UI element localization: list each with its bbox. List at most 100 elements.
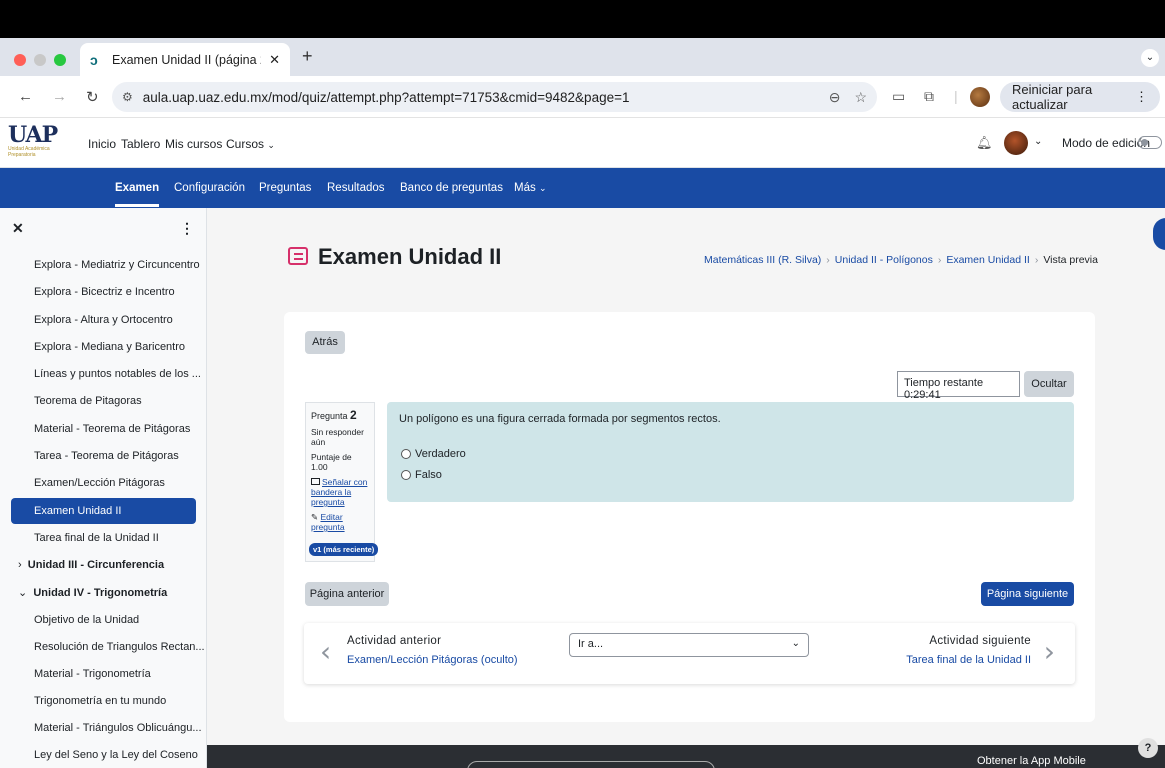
drawer-item[interactable]: Objetivo de la Unidad [34, 614, 139, 626]
user-avatar[interactable] [1004, 131, 1028, 155]
tab-banco-de-preguntas[interactable]: Banco de preguntas [400, 182, 503, 194]
restart-label: Reiniciar para actualizar [1012, 82, 1093, 112]
section-label: Unidad III - Circunferencia [27, 559, 165, 571]
restart-to-update-button[interactable]: Reiniciar para actualizar ⋮ [1000, 82, 1160, 112]
option-verdadero[interactable]: Verdadero [401, 448, 466, 460]
question-info: Pregunta 2 Sin responder aún Puntaje de … [305, 402, 379, 562]
nav-cursos[interactable]: Cursos ⌄ [226, 137, 275, 151]
breadcrumb-quiz[interactable]: Examen Unidad II [946, 254, 1029, 266]
drawer-item[interactable]: Teorema de Pitagoras [34, 395, 142, 407]
breadcrumb: Matemáticas III (R. Silva) › Unidad II - P… [704, 254, 1098, 266]
drawer-item[interactable]: Ley del Seno y la Ley del Coseno [34, 749, 198, 761]
version-badge: v1 (más reciente) [309, 543, 379, 556]
drawer-item[interactable]: Material - Triángulos Oblicuángu... [34, 722, 202, 734]
chevron-left-icon[interactable]: ‹ [320, 635, 331, 668]
reload-icon[interactable]: ↻ [86, 88, 99, 106]
zoom-icon[interactable]: ⊖ [829, 89, 841, 106]
forward-arrow-icon[interactable]: → [52, 88, 67, 105]
tab-search-icon[interactable]: ⌄ [1141, 49, 1159, 67]
pencil-icon: ✎ [311, 512, 319, 522]
back-button[interactable]: Atrás [305, 331, 345, 354]
hide-timer-button[interactable]: Ocultar [1024, 371, 1074, 397]
site-favicon-icon: ↄ [90, 51, 98, 68]
drawer-item-active[interactable]: Examen Unidad II [11, 498, 196, 524]
chevron-down-icon: ⌄ [791, 638, 800, 649]
back-arrow-icon[interactable]: ← [18, 88, 33, 105]
option-label: Verdadero [415, 448, 466, 460]
drawer-item[interactable]: Tarea - Teorema de Pitágoras [34, 450, 179, 462]
previous-activity-label: Actividad anterior [347, 635, 442, 647]
section-label: Unidad IV - Trigonometría [33, 587, 168, 599]
chevron-down-icon: ⌄ [267, 140, 275, 150]
drawer-item[interactable]: Resolución de Triangulos Rectan... [34, 641, 205, 653]
close-tab-icon[interactable]: ✕ [269, 52, 280, 68]
notifications-bell-icon[interactable]: 🔔︎ [976, 135, 993, 151]
chevron-down-icon: ⌄ [538, 183, 547, 193]
bookmark-star-icon[interactable]: ☆ [854, 89, 867, 106]
close-window-icon[interactable] [14, 54, 26, 66]
site-header: UAP Unidad Académica Preparatoria Inicio… [0, 118, 1165, 168]
browser-tab[interactable]: ↄ Examen Unidad II (página 2 de ✕ [80, 43, 290, 76]
drawer-options-icon[interactable]: ⋮ [180, 220, 194, 237]
screen-top-bar [0, 0, 1165, 38]
more-menu-icon[interactable]: ⋮ [1135, 89, 1148, 105]
new-tab-icon[interactable]: + [302, 46, 313, 67]
drawer-item[interactable]: Material - Trigonometría [34, 668, 151, 680]
edit-question-link[interactable]: ✎ Editar pregunta [311, 512, 369, 532]
next-page-button[interactable]: Página siguiente [981, 582, 1074, 606]
tab-examen[interactable]: Examen [115, 182, 160, 207]
drawer-item[interactable]: Explora - Altura y Ortocentro [34, 314, 173, 326]
jump-to-select[interactable]: Ir a... ⌄ [569, 633, 809, 657]
page-footer: Obtener la App Mobile [207, 745, 1165, 768]
breadcrumb-course[interactable]: Matemáticas III (R. Silva) [704, 254, 821, 266]
previous-activity-link[interactable]: Examen/Lección Pitágoras (oculto) [347, 654, 518, 666]
tab-configuracion[interactable]: Configuración [174, 182, 245, 194]
drawer-section-unidad-iii[interactable]: › Unidad III - Circunferencia [18, 559, 164, 571]
drawer-item[interactable]: Explora - Bicectriz e Incentro [34, 286, 175, 298]
edit-mode-toggle[interactable] [1138, 136, 1162, 149]
previous-page-button[interactable]: Página anterior [305, 582, 389, 606]
uap-logo[interactable]: UAP Unidad Académica Preparatoria [8, 124, 68, 160]
nav-mis-cursos[interactable]: Mis cursos [165, 137, 222, 151]
user-menu-chevron-icon[interactable]: ⌄ [1034, 136, 1042, 147]
flag-question-link[interactable]: Señalar con bandera la pregunta [311, 477, 369, 507]
question-score: Puntaje de 1.00 [311, 452, 352, 472]
help-button[interactable]: ? [1138, 738, 1158, 758]
breadcrumb-separator-icon: › [937, 254, 942, 266]
activity-navigation: ‹ Actividad anterior Examen/Lección Pitá… [304, 623, 1075, 684]
breadcrumb-current: Vista previa [1043, 254, 1098, 266]
tab-mas[interactable]: Más ⌄ [514, 182, 546, 194]
breadcrumb-unit[interactable]: Unidad II - Polígonos [835, 254, 933, 266]
reading-mode-icon[interactable]: ▭ [892, 88, 905, 105]
drawer-item[interactable]: Explora - Mediatriz y Circuncentro [34, 259, 200, 271]
drawer-item[interactable]: Tarea final de la Unidad II [34, 532, 159, 544]
maximize-window-icon[interactable] [54, 54, 66, 66]
next-activity-link[interactable]: Tarea final de la Unidad II [906, 654, 1031, 666]
time-remaining: Tiempo restante 0:29:41 [897, 371, 1020, 401]
footer-search-box[interactable] [467, 761, 715, 768]
radio-button[interactable] [401, 470, 411, 480]
breadcrumb-separator-icon: › [826, 254, 830, 266]
question-label: Pregunta [311, 411, 348, 421]
drawer-item[interactable]: Líneas y puntos notables de los ... [34, 368, 201, 380]
option-falso[interactable]: Falso [401, 469, 442, 481]
nav-tablero[interactable]: Tablero [121, 137, 160, 151]
site-info-icon[interactable]: ⚙ [122, 90, 133, 104]
chevron-right-icon[interactable]: › [1044, 635, 1055, 668]
profile-avatar[interactable] [970, 87, 990, 107]
drawer-item[interactable]: Material - Teorema de Pitágoras [34, 423, 190, 435]
drawer-item[interactable]: Explora - Mediana y Baricentro [34, 341, 185, 353]
radio-button[interactable] [401, 449, 411, 459]
drawer-section-unidad-iv[interactable]: ⌄ Unidad IV - Trigonometría [18, 586, 167, 599]
get-mobile-app-link[interactable]: Obtener la App Mobile [977, 755, 1086, 767]
chevron-right-icon: › [18, 559, 22, 571]
tab-preguntas[interactable]: Preguntas [259, 182, 311, 194]
nav-inicio[interactable]: Inicio [88, 137, 116, 151]
close-drawer-icon[interactable]: ✕ [12, 220, 24, 237]
address-bar[interactable]: ⚙ aula.uap.uaz.edu.mx/mod/quiz/attempt.p… [112, 82, 877, 112]
tab-resultados[interactable]: Resultados [327, 182, 385, 194]
drawer-item[interactable]: Trigonometría en tu mundo [34, 695, 166, 707]
extensions-icon[interactable]: ⧉ [924, 88, 934, 105]
minimize-window-icon[interactable] [34, 54, 46, 66]
drawer-item[interactable]: Examen/Lección Pitágoras [34, 477, 165, 489]
